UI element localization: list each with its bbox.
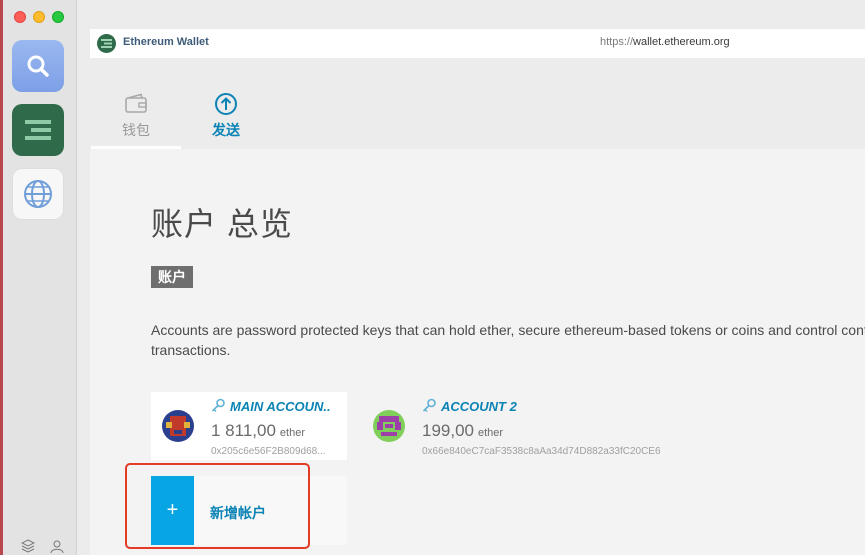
- url-host: wallet.ethereum.org: [633, 36, 730, 48]
- tab-wallet-label: 钱包: [122, 122, 150, 138]
- account-identicon: [373, 410, 405, 442]
- page-title: 账户 总览: [151, 206, 293, 243]
- arrow-up-circle-icon: [215, 93, 237, 115]
- app-window: Ethereum Wallet https://wallet.ethereum.…: [0, 0, 865, 555]
- tab-bar: 钱包 发送: [90, 58, 865, 149]
- close-window-button[interactable]: [14, 11, 26, 23]
- minimize-window-button[interactable]: [33, 11, 45, 23]
- dock-browser-button[interactable]: [12, 168, 64, 220]
- dock-wallet-button[interactable]: [12, 104, 64, 156]
- ethereum-wallet-logo-icon: [97, 34, 116, 53]
- url-display[interactable]: https://wallet.ethereum.org: [600, 36, 730, 48]
- account-name: MAIN ACCOUN..: [230, 399, 331, 414]
- account-balance: 1 811,00 ether: [211, 421, 305, 441]
- user-icon[interactable]: [50, 539, 64, 553]
- account-balance-unit: ether: [279, 427, 305, 439]
- magnifier-icon: [27, 55, 49, 77]
- url-protocol: https://: [600, 36, 634, 48]
- maximize-window-button[interactable]: [52, 11, 64, 23]
- account-card[interactable]: MAIN ACCOUN.. 1 811,00 ether 0x205c6e56F2…: [151, 392, 347, 460]
- add-account-button[interactable]: + 新增帐户: [151, 476, 347, 545]
- account-address: 0x205c6e56F2B809d68...: [211, 446, 326, 457]
- account-card[interactable]: ACCOUNT 2 199,00 ether 0x66e840eC7caF3538…: [362, 392, 682, 460]
- window-edge: [0, 0, 3, 555]
- key-icon: [211, 398, 225, 412]
- add-account-label: 新增帐户: [210, 505, 266, 521]
- wallet-icon: [125, 93, 147, 113]
- dock-sidebar: [0, 0, 77, 555]
- section-label: 账户: [151, 266, 193, 288]
- dock-search-button[interactable]: [12, 40, 64, 92]
- tab-active-underline: [91, 146, 181, 149]
- tab-send-label: 发送: [212, 122, 240, 138]
- layers-icon[interactable]: [21, 539, 35, 553]
- dock-footer: [0, 537, 77, 553]
- account-balance-value: 1 811,00: [211, 421, 276, 440]
- app-name: Ethereum Wallet: [123, 36, 209, 48]
- plus-icon: +: [151, 476, 194, 545]
- key-icon: [422, 398, 436, 412]
- tab-send[interactable]: 发送: [181, 58, 271, 149]
- accounts-description: Accounts are password protected keys tha…: [151, 322, 865, 358]
- main-panel: 钱包 发送 账户 总览 账户 Accounts are password pro…: [90, 58, 865, 555]
- address-bar: Ethereum Wallet https://wallet.ethereum.…: [90, 29, 865, 59]
- ethereum-wallet-icon: [25, 120, 51, 140]
- account-name: ACCOUNT 2: [441, 399, 517, 414]
- account-balance: 199,00 ether: [422, 421, 503, 441]
- account-balance-unit: ether: [478, 427, 504, 439]
- account-identicon: [162, 410, 194, 442]
- account-balance-value: 199,00: [422, 421, 474, 440]
- globe-icon: [24, 180, 52, 208]
- tab-wallet[interactable]: 钱包: [91, 58, 181, 149]
- account-address: 0x66e840eC7caF3538c8aAa34d74D882a33fC20C…: [422, 446, 661, 457]
